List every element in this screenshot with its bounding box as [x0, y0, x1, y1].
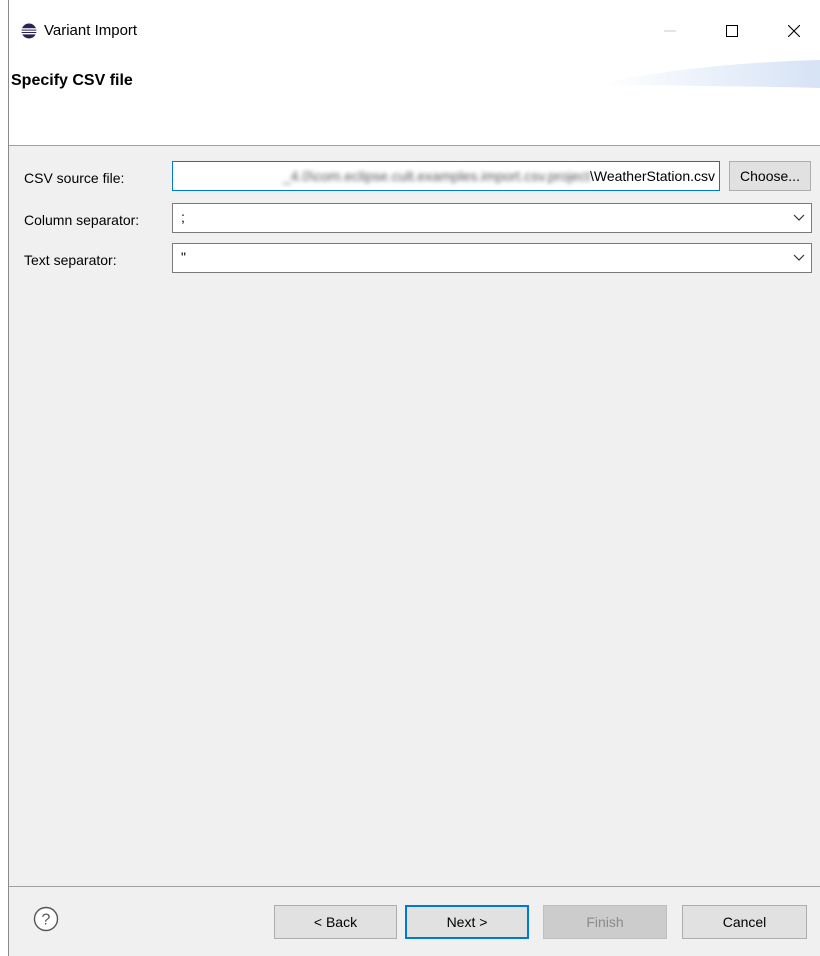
- variant-import-dialog: Variant Import Specify CSV file CSV sour…: [8, 0, 820, 956]
- chevron-down-icon: [793, 214, 805, 221]
- next-button[interactable]: Next >: [405, 905, 529, 939]
- window-title: Variant Import: [44, 22, 138, 39]
- close-icon: [788, 25, 800, 37]
- column-separator-row: Column separator: ;: [9, 203, 820, 237]
- csv-source-filename: \WeatherStation.csv: [589, 168, 715, 184]
- chevron-down-icon: [793, 254, 805, 261]
- text-separator-row: Text separator: ": [9, 243, 820, 277]
- wizard-banner: Specify CSV file: [9, 60, 820, 146]
- cancel-button[interactable]: Cancel: [682, 905, 807, 939]
- eclipse-icon: [21, 23, 37, 39]
- csv-source-input[interactable]: _4.0\com.eclipse.cult.examples.import.cs…: [172, 161, 720, 191]
- csv-source-row: CSV source file: _4.0\com.eclipse.cult.e…: [9, 161, 820, 195]
- close-button[interactable]: [771, 14, 817, 48]
- maximize-icon: [726, 25, 738, 37]
- banner-decoration: [600, 60, 820, 88]
- minimize-button[interactable]: [647, 14, 693, 48]
- text-separator-select[interactable]: ": [172, 243, 812, 273]
- choose-button[interactable]: Choose...: [729, 161, 811, 191]
- page-title: Specify CSV file: [11, 72, 133, 89]
- csv-source-path-blurred: _4.0\com.eclipse.cult.examples.import.cs…: [282, 168, 590, 184]
- csv-source-label: CSV source file:: [24, 170, 125, 186]
- minimize-icon: [664, 30, 676, 32]
- maximize-button[interactable]: [709, 14, 755, 48]
- footer-divider: [9, 886, 820, 887]
- help-icon[interactable]: ?: [33, 906, 59, 932]
- text-separator-value: ": [181, 249, 186, 265]
- column-separator-value: ;: [181, 209, 185, 225]
- title-bar: Variant Import: [9, 0, 820, 60]
- back-button[interactable]: < Back: [274, 905, 397, 939]
- text-separator-label: Text separator:: [24, 252, 117, 268]
- svg-text:?: ?: [42, 912, 51, 929]
- column-separator-label: Column separator:: [24, 212, 140, 228]
- finish-button[interactable]: Finish: [543, 905, 667, 939]
- column-separator-select[interactable]: ;: [172, 203, 812, 233]
